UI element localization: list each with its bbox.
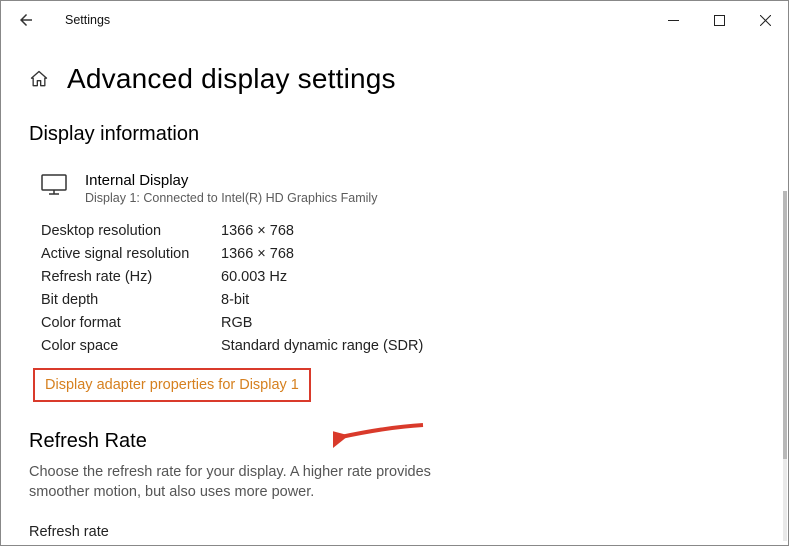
refresh-rate-label: Refresh rate (Hz) xyxy=(41,269,221,285)
signal-resolution-value: 1366 × 768 xyxy=(221,246,760,262)
signal-resolution-label: Active signal resolution xyxy=(41,246,221,262)
window-title: Settings xyxy=(65,13,110,27)
display-adapter-properties-link[interactable]: Display adapter properties for Display 1 xyxy=(45,377,299,393)
refresh-rate-value: 60.003 Hz xyxy=(221,269,760,285)
titlebar: Settings xyxy=(1,1,788,39)
display-name: Internal Display xyxy=(85,172,377,189)
adapter-link-highlight: Display adapter properties for Display 1 xyxy=(33,368,311,402)
color-space-value: Standard dynamic range (SDR) xyxy=(221,338,760,354)
content-area: Advanced display settings Display inform… xyxy=(1,39,788,540)
home-icon[interactable] xyxy=(29,69,49,89)
close-icon xyxy=(760,15,771,26)
maximize-button[interactable] xyxy=(696,1,742,39)
window-controls xyxy=(650,1,788,39)
page-title: Advanced display settings xyxy=(67,63,396,95)
monitor-icon xyxy=(41,174,67,201)
color-format-value: RGB xyxy=(221,315,760,331)
bit-depth-value: 8-bit xyxy=(221,292,760,308)
color-format-label: Color format xyxy=(41,315,221,331)
maximize-icon xyxy=(714,15,725,26)
back-button[interactable] xyxy=(11,5,41,35)
desktop-resolution-label: Desktop resolution xyxy=(41,223,221,239)
minimize-icon xyxy=(668,15,679,26)
display-info-heading: Display information xyxy=(29,123,760,146)
desktop-resolution-value: 1366 × 768 xyxy=(221,223,760,239)
back-arrow-icon xyxy=(17,11,35,29)
page-header: Advanced display settings xyxy=(29,63,760,95)
minimize-button[interactable] xyxy=(650,1,696,39)
bit-depth-label: Bit depth xyxy=(41,292,221,308)
scrollbar-thumb[interactable] xyxy=(783,191,787,459)
display-subtitle: Display 1: Connected to Intel(R) HD Grap… xyxy=(85,191,377,205)
refresh-rate-heading: Refresh Rate xyxy=(29,430,760,453)
scrollbar[interactable] xyxy=(783,191,787,541)
refresh-rate-description: Choose the refresh rate for your display… xyxy=(29,463,459,502)
display-info-grid: Desktop resolution 1366 × 768 Active sig… xyxy=(41,223,760,354)
display-summary: Internal Display Display 1: Connected to… xyxy=(41,172,760,205)
color-space-label: Color space xyxy=(41,338,221,354)
close-button[interactable] xyxy=(742,1,788,39)
refresh-rate-field-label: Refresh rate xyxy=(29,524,760,540)
